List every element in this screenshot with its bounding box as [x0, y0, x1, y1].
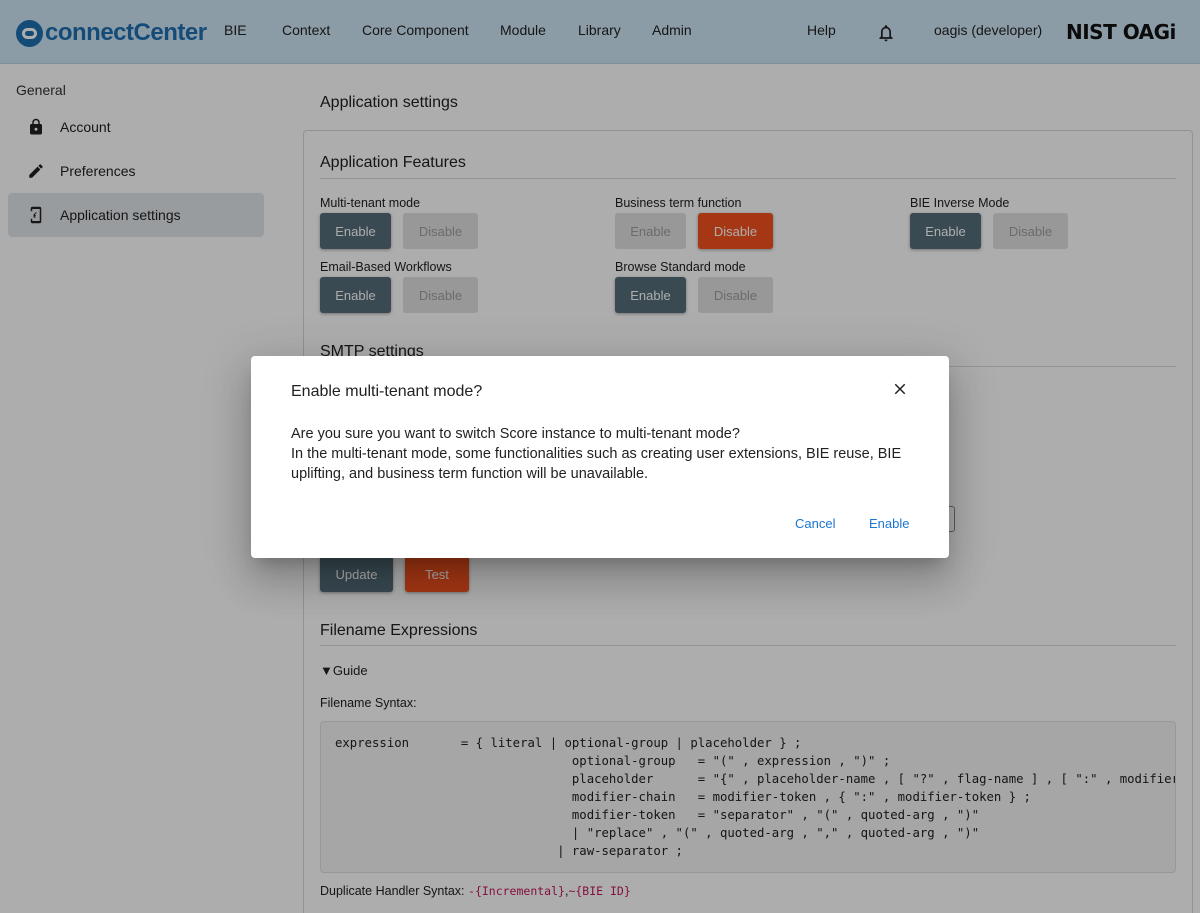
confirm-dialog: Enable multi-tenant mode? Are you sure y… [251, 356, 949, 558]
dialog-line-2: In the multi-tenant mode, some functiona… [291, 446, 902, 482]
dialog-title: Enable multi-tenant mode? [291, 383, 483, 400]
dialog-line-1: Are you sure you want to switch Score in… [291, 426, 740, 442]
close-icon[interactable] [891, 380, 909, 398]
cancel-button[interactable]: Cancel [795, 516, 835, 531]
dialog-body: Are you sure you want to switch Score in… [291, 424, 921, 484]
enable-confirm-button[interactable]: Enable [869, 516, 909, 531]
